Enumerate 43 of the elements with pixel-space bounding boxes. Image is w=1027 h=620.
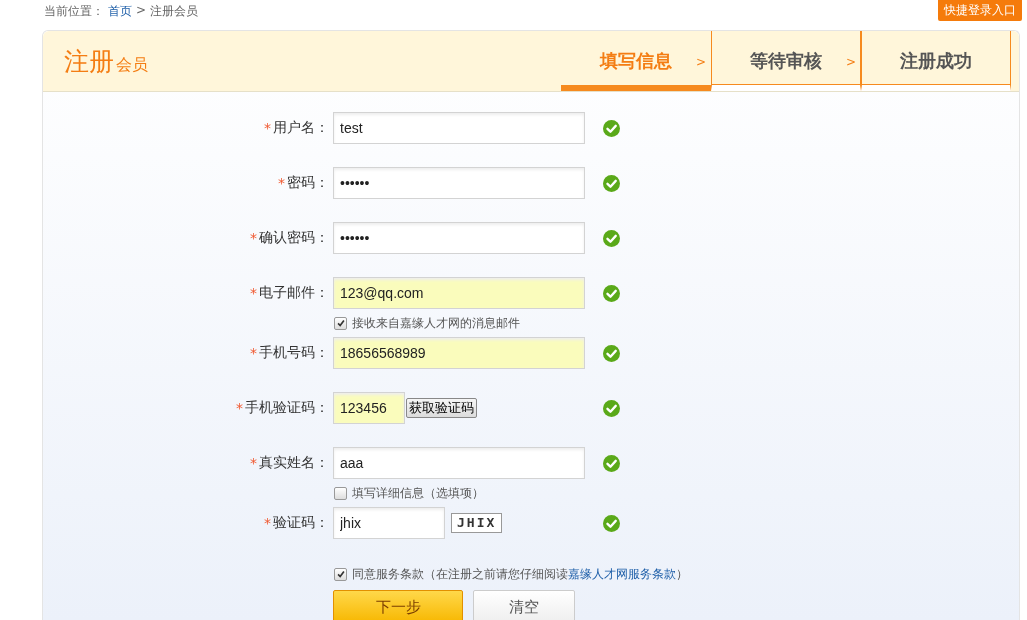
field-label: 验证码：	[273, 514, 329, 532]
required-asterisk: *	[250, 285, 257, 301]
required-asterisk: *	[250, 230, 257, 246]
required-asterisk: *	[236, 400, 243, 416]
field-label: 电子邮件：	[259, 284, 329, 302]
captcha-image: JHIX	[451, 513, 503, 533]
checkbox-label: 填写详细信息（选填项）	[352, 484, 484, 502]
required-asterisk: *	[264, 120, 271, 136]
field-label: 手机验证码：	[245, 399, 329, 417]
next-button[interactable]: 下一步	[333, 590, 463, 620]
field-label: 手机号码：	[259, 344, 329, 362]
checkbox[interactable]	[334, 567, 347, 581]
field-label: 用户名：	[273, 119, 329, 137]
required-asterisk: *	[250, 345, 257, 361]
required-asterisk: *	[250, 455, 257, 471]
input-field[interactable]: 123456	[333, 392, 405, 424]
get-code-button[interactable]: 获取验证码	[406, 398, 477, 418]
breadcrumb-label: 当前位置：	[44, 3, 104, 20]
terms-link[interactable]: 嘉缘人才网服务条款	[568, 566, 676, 581]
input-field[interactable]: 123@qq.com	[333, 277, 585, 309]
required-asterisk: *	[278, 175, 285, 191]
home-link[interactable]: 首页	[108, 3, 132, 20]
input-field[interactable]: ••••••	[333, 222, 585, 254]
agreement-text: 同意服务条款（在注册之前请您仔细阅读嘉缘人才网服务条款）	[352, 565, 688, 583]
input-field[interactable]: ••••••	[333, 167, 585, 199]
checkbox-label: 接收来自嘉缘人才网的消息邮件	[352, 314, 520, 332]
input-field[interactable]: 18656568989	[333, 337, 585, 369]
clear-button[interactable]: 清空	[473, 590, 575, 620]
breadcrumb-current: 注册会员	[150, 3, 199, 20]
field-label: 真实姓名：	[259, 454, 329, 472]
page-subtitle: 会员	[116, 55, 148, 76]
input-field[interactable]: test	[333, 112, 585, 144]
field-label: 密码：	[287, 174, 329, 192]
input-field[interactable]: jhix	[333, 507, 445, 539]
breadcrumb-separator: >	[136, 3, 147, 19]
required-asterisk: *	[264, 515, 271, 531]
step-arrow: >	[846, 55, 857, 69]
step-arrow: >	[696, 55, 707, 69]
input-field[interactable]: aaa	[333, 447, 585, 479]
checkbox[interactable]	[334, 486, 347, 500]
page-title: 注册	[64, 46, 114, 78]
checkbox[interactable]	[334, 316, 347, 330]
field-label: 确认密码：	[259, 229, 329, 247]
